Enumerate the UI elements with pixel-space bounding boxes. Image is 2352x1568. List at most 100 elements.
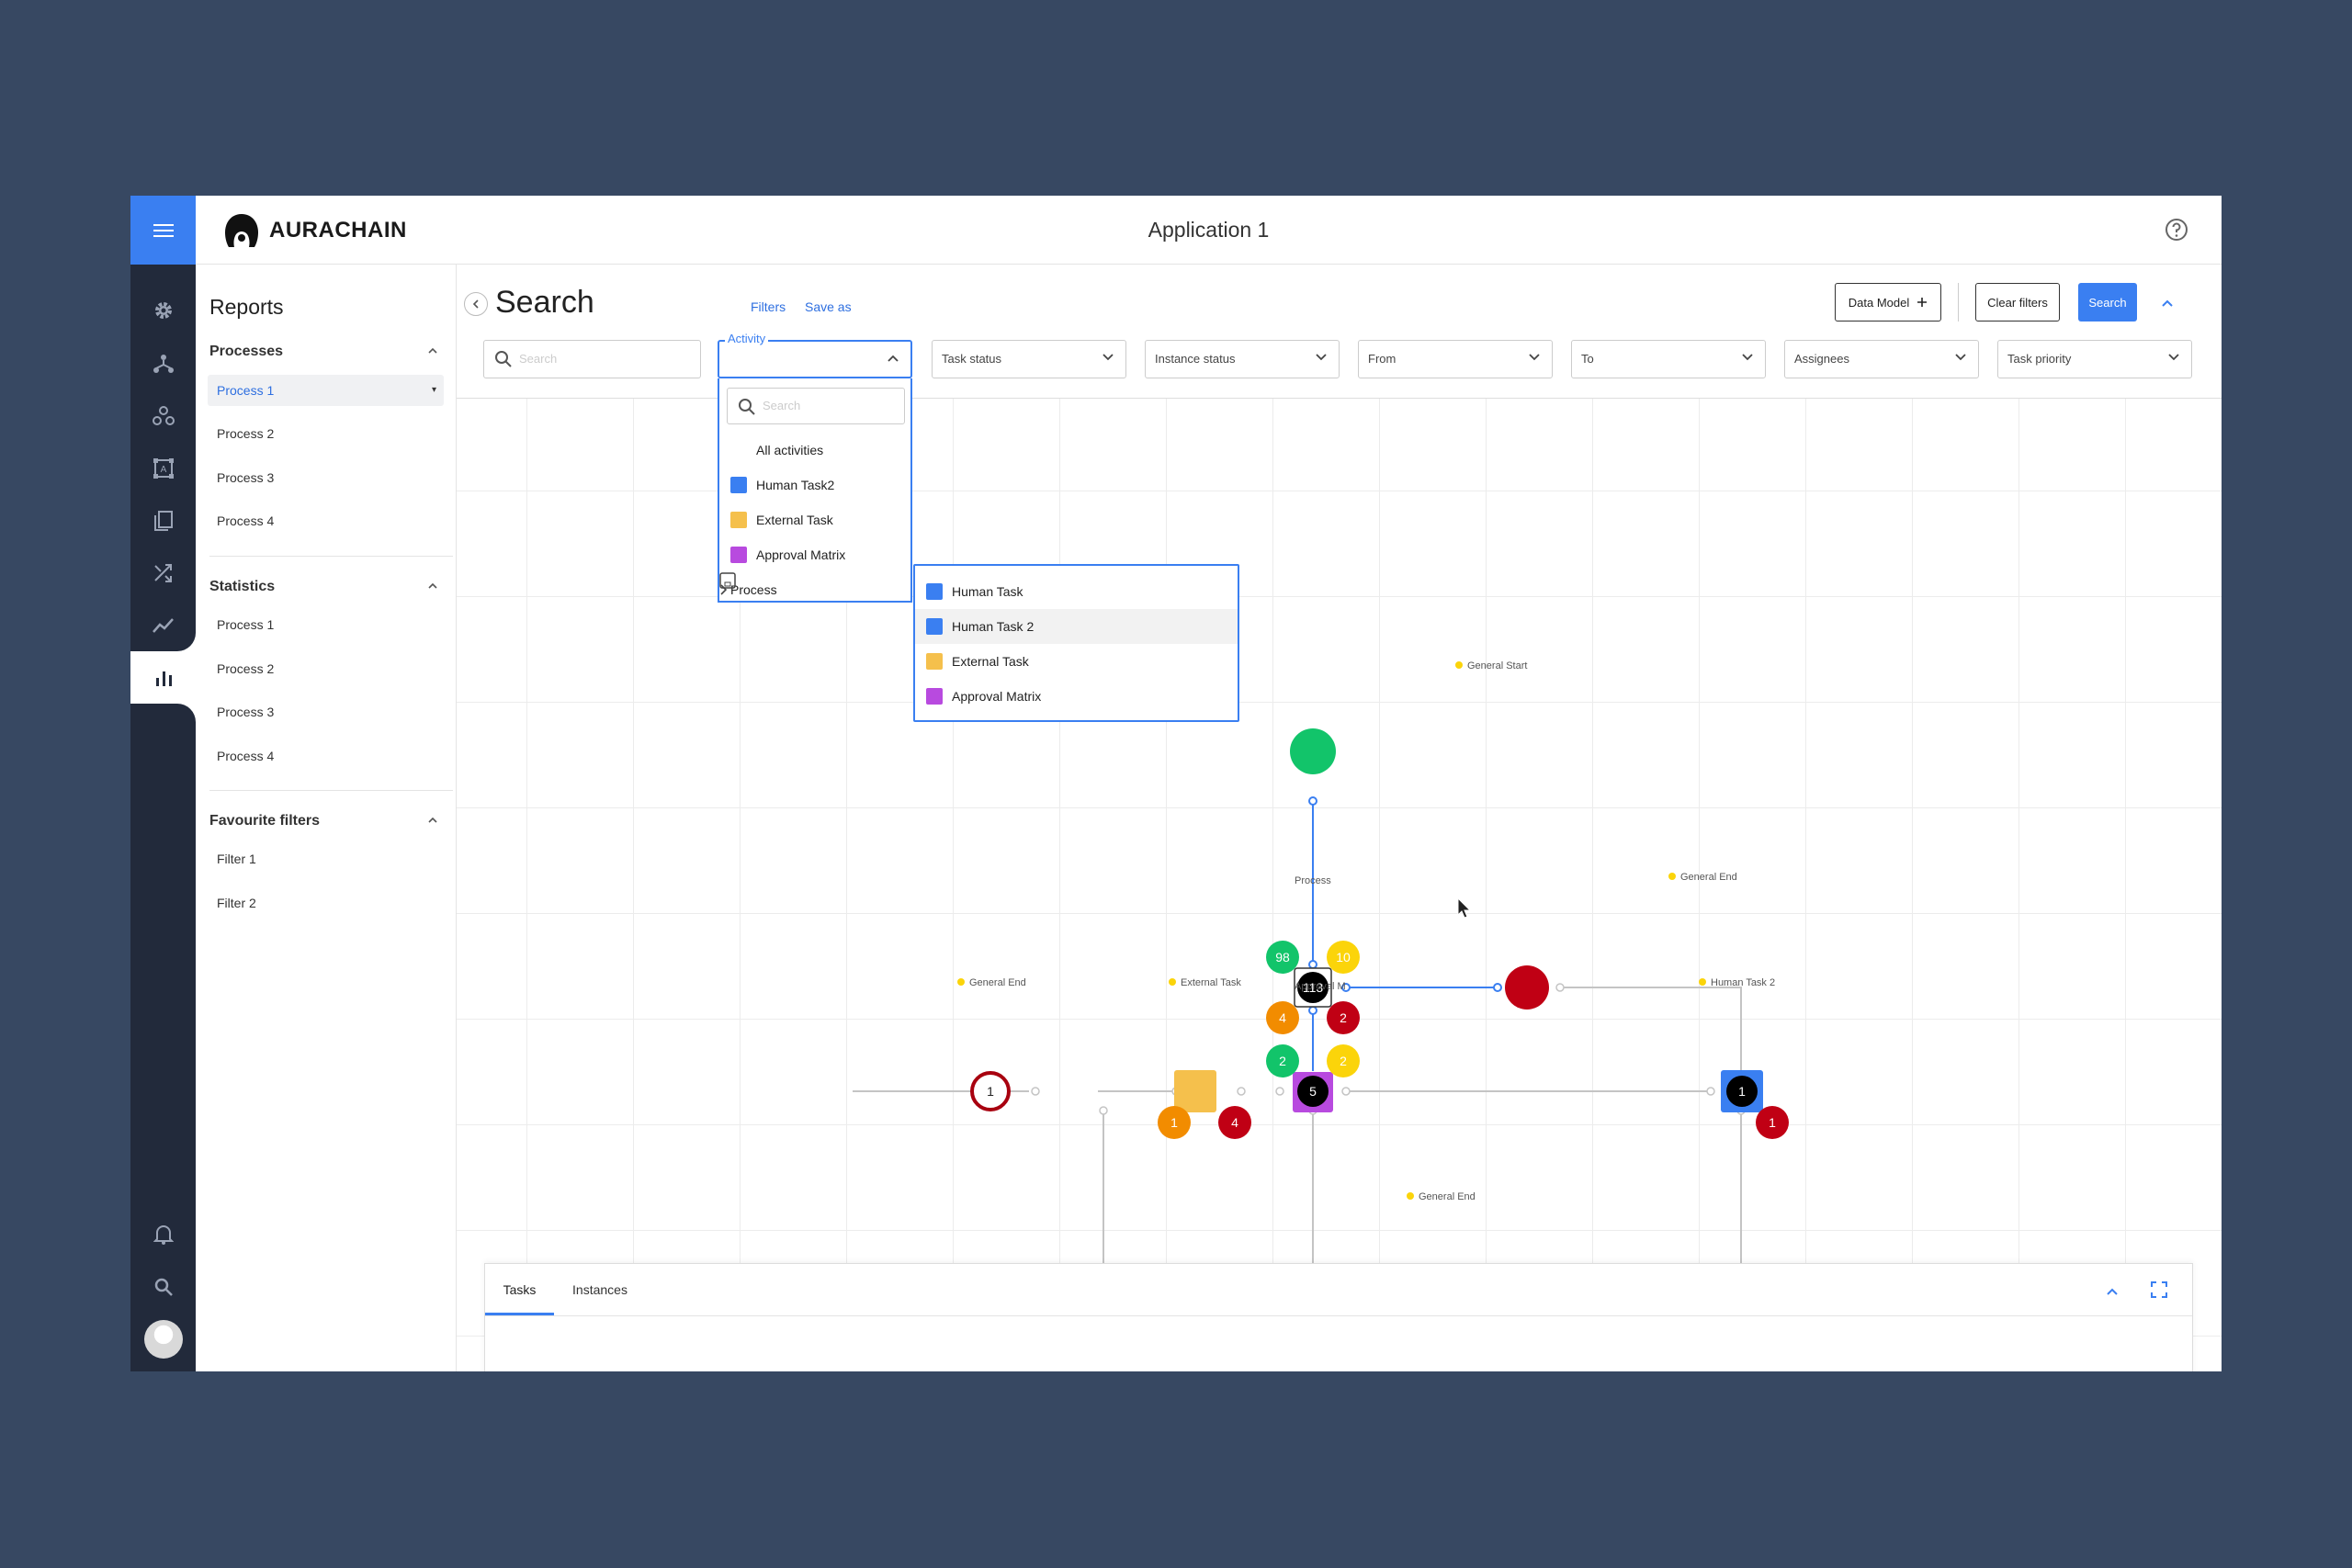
general-end-bottom-label: General End bbox=[1419, 1191, 1476, 1202]
activity-dropdown-menu: Search All activities Human Task2 Extern… bbox=[718, 378, 912, 603]
fav-item-filter-1[interactable]: Filter 1 bbox=[208, 843, 444, 874]
reports-panel: Reports Processes Process 1 ▾ Process 2 P… bbox=[196, 265, 457, 1371]
process-submenu: Human Task Human Task 2 External Task Ap… bbox=[913, 564, 1239, 722]
app-title: Application 1 bbox=[1148, 218, 1270, 242]
chevron-down-icon bbox=[1742, 354, 1753, 361]
app-window: A AURACHAIN Application 1 Reports Proces… bbox=[130, 196, 2222, 1371]
general-end-right-label: General End bbox=[1680, 872, 1737, 883]
approval-green-count: 2 bbox=[1279, 1054, 1286, 1068]
swatch bbox=[926, 583, 943, 600]
general-start-label: General Start bbox=[1467, 660, 1527, 671]
tab-instances[interactable]: Instances bbox=[559, 1264, 641, 1315]
search-button[interactable]: Search bbox=[2078, 283, 2137, 321]
activity-select[interactable] bbox=[718, 340, 912, 378]
option-label: External Task bbox=[756, 513, 833, 527]
instance-status-label: Instance status bbox=[1155, 352, 1236, 366]
process-icon bbox=[153, 354, 174, 373]
submenu-option-approval-matrix[interactable]: Approval Matrix bbox=[915, 679, 1238, 714]
chevron-up-icon[interactable] bbox=[427, 582, 438, 590]
swatch bbox=[926, 618, 943, 635]
status-dot bbox=[1455, 661, 1463, 669]
documents-nav[interactable] bbox=[130, 494, 196, 547]
activity-search-input[interactable]: Search bbox=[727, 388, 905, 424]
submenu-option-external-task[interactable]: External Task bbox=[915, 644, 1238, 679]
swatch bbox=[926, 688, 943, 705]
task-status-select[interactable]: Task status bbox=[932, 340, 1126, 378]
process-diagram-canvas[interactable]: General Start Process 113 98 10 4 2 Gene… bbox=[457, 378, 2222, 1371]
approval-yellow-count: 2 bbox=[1340, 1054, 1347, 1068]
assignees-select[interactable]: Assignees bbox=[1784, 340, 1979, 378]
search-input[interactable]: Search bbox=[483, 340, 701, 378]
global-search-nav[interactable] bbox=[130, 1260, 196, 1313]
instance-status-select[interactable]: Instance status bbox=[1145, 340, 1340, 378]
documents-icon bbox=[153, 510, 173, 531]
chevron-up-icon bbox=[2107, 1288, 2118, 1295]
top-bar: AURACHAIN Application 1 bbox=[196, 196, 2222, 265]
task-status-label: Task status bbox=[942, 352, 1002, 366]
activity-option-approval-matrix[interactable]: Approval Matrix bbox=[719, 537, 910, 572]
activity-option-process[interactable]: Process bbox=[719, 572, 910, 607]
collapse-panel-button[interactable] bbox=[464, 292, 488, 316]
activity-option-external-task[interactable]: External Task bbox=[719, 502, 910, 537]
data-model-nav[interactable] bbox=[130, 389, 196, 442]
collapse-results-button[interactable] bbox=[2106, 1284, 2119, 1301]
chevron-down-icon bbox=[1316, 354, 1327, 361]
chevron-down-icon bbox=[1102, 354, 1114, 361]
sidebar-item-process-2[interactable]: Process 2 bbox=[208, 418, 444, 449]
processes-section-title[interactable]: Processes bbox=[209, 344, 283, 360]
from-date-select[interactable]: From bbox=[1358, 340, 1553, 378]
avatar[interactable] bbox=[144, 1320, 183, 1359]
general-start-node[interactable] bbox=[1290, 728, 1336, 774]
fav-item-filter-2[interactable]: Filter 2 bbox=[208, 887, 444, 919]
collapse-filters-button[interactable] bbox=[2161, 296, 2174, 312]
swatch bbox=[730, 547, 747, 563]
fullscreen-button[interactable] bbox=[2151, 1281, 2167, 1303]
data-model-button[interactable]: Data Model bbox=[1835, 283, 1941, 321]
chevron-up-icon[interactable] bbox=[427, 347, 438, 355]
process-orange-count: 4 bbox=[1279, 1010, 1286, 1025]
fullscreen-icon bbox=[2151, 1281, 2167, 1298]
integrations-nav[interactable] bbox=[130, 547, 196, 599]
chevron-down-icon bbox=[2168, 354, 2179, 361]
notifications-nav[interactable] bbox=[130, 1208, 196, 1260]
submenu-option-human-task[interactable]: Human Task bbox=[915, 574, 1238, 609]
reports-nav[interactable] bbox=[130, 633, 196, 722]
to-date-select[interactable]: To bbox=[1571, 340, 1766, 378]
filters-link[interactable]: Filters bbox=[751, 299, 786, 314]
chevron-up-icon[interactable] bbox=[427, 817, 438, 824]
activity-option-human-task2[interactable]: Human Task2 bbox=[719, 468, 910, 502]
form-nav[interactable]: A bbox=[130, 442, 196, 494]
submenu-option-human-task-2[interactable]: Human Task 2 bbox=[915, 609, 1238, 644]
stat-item-process-4[interactable]: Process 4 bbox=[208, 740, 444, 772]
favourites-section-title[interactable]: Favourite filters bbox=[209, 813, 320, 829]
sidebar-item-process-4[interactable]: Process 4 bbox=[208, 505, 444, 536]
stat-item-process-3[interactable]: Process 3 bbox=[208, 696, 444, 728]
caret-down-icon[interactable]: ▾ bbox=[432, 375, 436, 406]
general-end-right-node[interactable] bbox=[1505, 965, 1549, 1010]
option-label: Human Task bbox=[952, 584, 1023, 599]
sidebar-item-process-3[interactable]: Process 3 bbox=[208, 462, 444, 493]
external-task-node[interactable] bbox=[1174, 1070, 1216, 1112]
stat-item-process-1[interactable]: Process 1 bbox=[208, 609, 444, 640]
all-activities-option[interactable]: All activities bbox=[719, 433, 910, 468]
tab-tasks[interactable]: Tasks bbox=[485, 1264, 554, 1315]
activity-label: Activity bbox=[725, 332, 769, 345]
main-content: Search Filters Save as Data Model Clear … bbox=[457, 265, 2222, 1371]
bell-icon bbox=[153, 1224, 174, 1245]
search-icon bbox=[154, 1278, 173, 1296]
page-title: Search bbox=[495, 285, 594, 320]
help-button[interactable] bbox=[2165, 218, 2188, 246]
settings-nav[interactable] bbox=[130, 284, 196, 336]
statistics-section-title[interactable]: Statistics bbox=[209, 579, 275, 595]
save-as-link[interactable]: Save as bbox=[805, 299, 852, 314]
stat-item-process-2[interactable]: Process 2 bbox=[208, 653, 444, 684]
process-yellow-count: 10 bbox=[1336, 950, 1351, 964]
menu-button[interactable] bbox=[130, 196, 196, 265]
clear-filters-button[interactable]: Clear filters bbox=[1975, 283, 2060, 321]
chevron-up-icon bbox=[2162, 299, 2173, 307]
sidebar-item-process-1[interactable]: Process 1 ▾ bbox=[208, 375, 444, 406]
toolbar-separator bbox=[1958, 283, 1959, 321]
external-red-count: 4 bbox=[1231, 1115, 1238, 1130]
process-nav[interactable] bbox=[130, 337, 196, 389]
task-priority-select[interactable]: Task priority bbox=[1997, 340, 2192, 378]
